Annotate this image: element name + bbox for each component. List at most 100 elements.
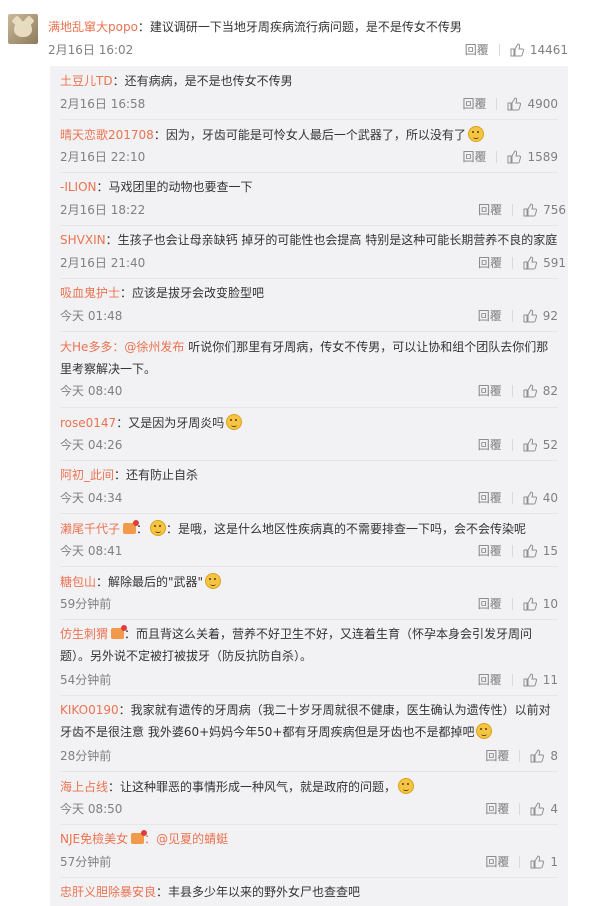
reply-actions: 回覆 11 xyxy=(478,671,558,688)
avatar[interactable] xyxy=(8,14,38,44)
vip-badge-icon xyxy=(111,625,128,639)
reply-text: ：而且背这么关着，营养不好卫生不好，又连着生育（怀孕本身会引发牙周问题）。另外说… xyxy=(60,627,533,663)
reply-author[interactable]: 吸血鬼护士 xyxy=(60,286,120,300)
reply-actions: 回覆 40 xyxy=(478,489,558,506)
divider xyxy=(519,855,521,868)
reply-author[interactable]: -ILION xyxy=(60,180,97,194)
thumbs-up-icon[interactable] xyxy=(523,308,537,323)
thumbs-up-icon[interactable] xyxy=(507,96,522,111)
thumbs-up-icon[interactable] xyxy=(530,854,545,869)
reply-text: ：让这种罪恶的事情形成一种风气，就是政府的问题， xyxy=(108,780,397,794)
like-count: 1 xyxy=(550,854,558,869)
reply-time: 57分钟前 xyxy=(60,855,112,869)
reply-button[interactable]: 回覆 xyxy=(478,671,502,688)
reply-actions: 回覆 15 xyxy=(478,542,558,559)
reply-actions: 回覆 756 xyxy=(478,201,566,218)
thumbs-up-icon[interactable] xyxy=(523,543,537,558)
replies-panel: 土豆儿TD：还有病病，是不是也传女不传男 2月16日 16:58 回覆 4900 … xyxy=(50,66,568,906)
thumbs-up-icon[interactable] xyxy=(523,383,537,398)
reply-button[interactable]: 回覆 xyxy=(462,95,486,112)
reply-text: ：还有防止自杀 xyxy=(114,468,199,482)
reply-author[interactable]: rose0147 xyxy=(60,416,116,430)
divider xyxy=(511,673,513,686)
reply-actions: 回覆 92 xyxy=(478,307,558,324)
divider xyxy=(60,407,558,408)
reply-author[interactable]: 濑尾千代子 xyxy=(60,522,120,536)
divider xyxy=(512,256,514,269)
reply-button[interactable]: 回覆 xyxy=(478,436,502,453)
comment-line: 满地乱窜大popo：建议调研一下当地牙周疾病流行病问题，是不是传女不传男 xyxy=(48,18,462,35)
divider xyxy=(511,384,513,397)
thumbs-up-icon[interactable] xyxy=(510,42,524,57)
comment-actions: 回覆 14461 xyxy=(465,41,568,58)
reply-button[interactable]: 回覆 xyxy=(478,542,502,559)
thumbs-up-icon[interactable] xyxy=(530,801,545,816)
thumbs-up-icon[interactable] xyxy=(523,672,537,687)
like-count: 10 xyxy=(542,596,558,611)
reply-author[interactable]: 晴天恋歌201708 xyxy=(60,128,154,142)
reply-time: 今天 01:48 xyxy=(60,309,123,323)
reply-author[interactable]: KIKO0190 xyxy=(60,703,119,717)
like-count: 8 xyxy=(550,748,558,763)
divider xyxy=(496,150,498,163)
reply-button[interactable]: 回覆 xyxy=(478,489,502,506)
reply-actions: 回覆 10 xyxy=(478,595,558,612)
reply-author[interactable]: 大He多多 xyxy=(60,340,112,354)
like-count: 40 xyxy=(542,490,558,505)
reply-text: ：丰县多少年以来的野外女尸也查查吧 xyxy=(156,885,361,899)
divider xyxy=(511,438,513,451)
reply-author[interactable]: NJE免檢美女 xyxy=(60,832,128,846)
reply-button[interactable]: 回覆 xyxy=(485,747,509,764)
reply-author[interactable]: 忠肝义胆除暴安良 xyxy=(60,885,156,899)
thumbs-up-icon[interactable] xyxy=(530,748,545,763)
like-count: 1589 xyxy=(527,149,558,164)
mention-link[interactable]: ：@见夏的蜻蜓 xyxy=(144,832,228,846)
divider xyxy=(511,597,513,610)
crying-emoji-icon xyxy=(467,126,484,142)
reply-actions: 回覆 591 xyxy=(478,254,566,271)
reply-time: 2月16日 18:22 xyxy=(60,203,146,217)
like-count: 92 xyxy=(542,308,558,323)
reply-author[interactable]: SHVXIN xyxy=(60,233,106,247)
reply-author[interactable]: 仿生刺猬 xyxy=(60,627,108,641)
mention-link[interactable]: ：@徐州发布 xyxy=(112,340,184,354)
reply-button[interactable]: 回覆 xyxy=(478,254,502,271)
reply-actions: 回覆 82 xyxy=(478,382,558,399)
reply-time: 59分钟前 xyxy=(60,597,112,611)
reply-text: ：马戏团里的动物也要查一下 xyxy=(96,180,253,194)
reply-time: 28分钟前 xyxy=(60,749,112,763)
reply-button[interactable]: 回覆 xyxy=(478,201,502,218)
divider xyxy=(60,877,558,878)
comment-time: 2月16日 16:02 xyxy=(48,43,134,57)
reply-author[interactable]: 土豆儿TD xyxy=(60,74,113,88)
reply-actions: 回覆 4 xyxy=(485,800,558,817)
thumbs-up-icon[interactable] xyxy=(523,596,537,611)
thumbs-up-icon[interactable] xyxy=(523,490,537,505)
reply-time: 今天 08:50 xyxy=(60,802,123,816)
reply-button[interactable]: 回覆 xyxy=(485,800,509,817)
like-count: 4900 xyxy=(527,96,558,111)
reply-button[interactable]: 回覆 xyxy=(478,307,502,324)
divider xyxy=(60,695,558,696)
like-count: 14461 xyxy=(529,42,568,57)
divider xyxy=(60,119,558,120)
thumbs-up-icon[interactable] xyxy=(507,149,522,164)
divider xyxy=(60,172,558,173)
sad-emoji-icon xyxy=(205,573,222,589)
reply-author[interactable]: 海上占线 xyxy=(60,780,108,794)
reply-button[interactable]: 回覆 xyxy=(462,148,486,165)
reply-button[interactable]: 回覆 xyxy=(478,595,502,612)
comment-author[interactable]: 满地乱窜大popo xyxy=(48,20,138,34)
reply-button[interactable]: 回覆 xyxy=(465,41,489,58)
reply-time: 2月16日 21:40 xyxy=(60,256,146,270)
thumbs-up-icon[interactable] xyxy=(523,437,537,452)
thumbs-up-icon[interactable] xyxy=(523,255,538,270)
reply-author[interactable]: 阿初_此间 xyxy=(60,468,114,482)
reply-button[interactable]: 回覆 xyxy=(478,382,502,399)
reply-button[interactable]: 回覆 xyxy=(485,853,509,870)
reply-author[interactable]: 糖包山 xyxy=(60,575,96,589)
like-count: 756 xyxy=(543,202,566,217)
reply-time: 2月16日 22:10 xyxy=(60,150,146,164)
thumbs-up-icon[interactable] xyxy=(523,202,538,217)
divider xyxy=(498,43,500,56)
